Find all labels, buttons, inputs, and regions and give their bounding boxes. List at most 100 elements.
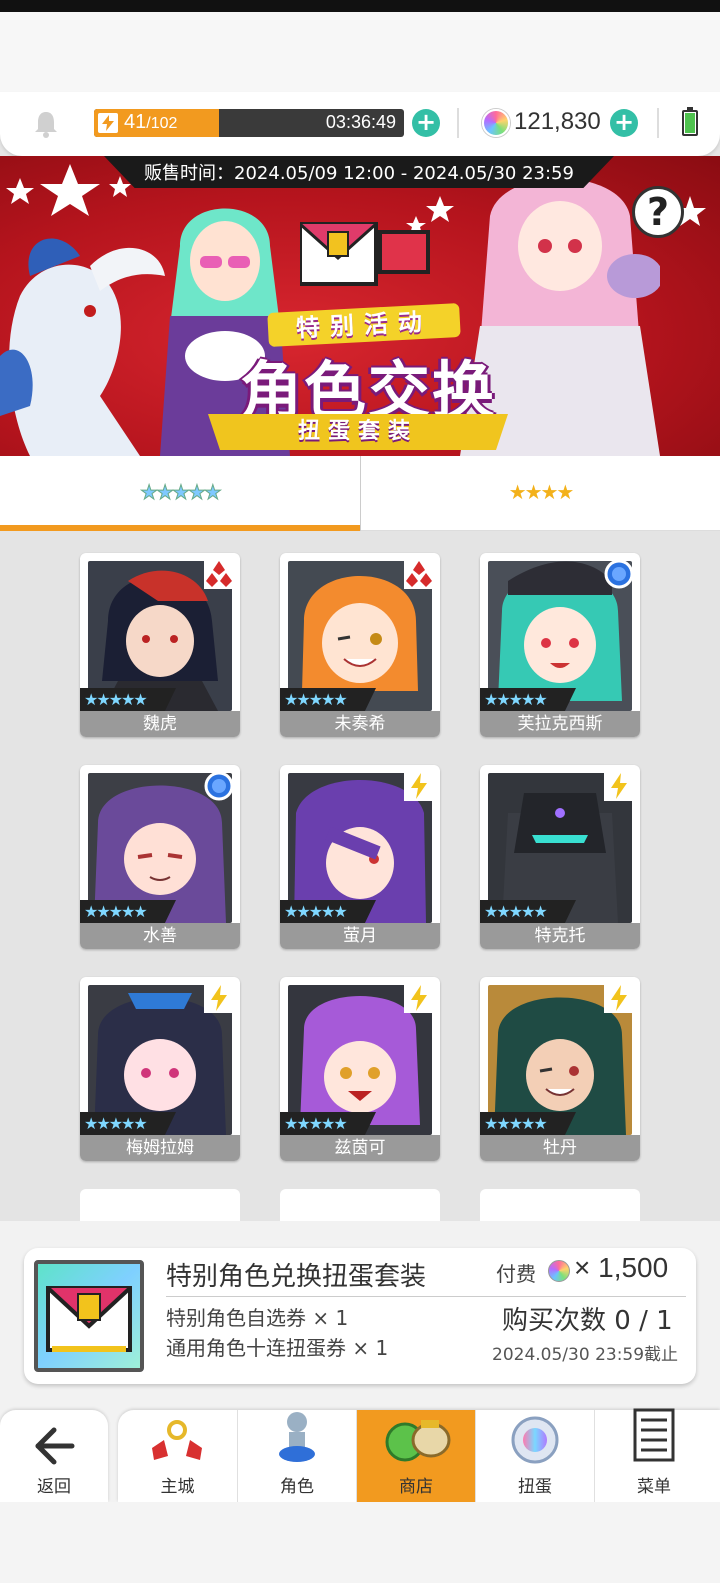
character-card[interactable]: ★★★★★ 芙拉克西斯 (480, 553, 640, 737)
purchase-count: 购买次数 0 / 1 (502, 1306, 673, 1336)
status-strip (0, 0, 720, 12)
banner-subtitle: 扭蛋套装 (208, 414, 508, 450)
character-name: 兹茵可 (280, 1135, 440, 1161)
nav-label: 角色 (280, 1477, 314, 1497)
lightning-icon (204, 983, 234, 1013)
character-stars: ★★★★★ (480, 900, 576, 924)
character-card[interactable]: ★★★★★ 梅姆拉姆 (80, 977, 240, 1161)
character-name: 芙拉克西斯 (480, 711, 640, 737)
character-name: 牡丹 (480, 1135, 640, 1161)
nav-item-main-city[interactable]: 主城 (118, 1410, 237, 1502)
help-button[interactable]: ? (632, 186, 684, 238)
item-icon (34, 1260, 144, 1372)
nav-label: 商店 (399, 1477, 433, 1497)
resource-bar: 41/102 03:36:49 + 121,830 + (0, 92, 720, 156)
price-label: 付费 (496, 1262, 536, 1286)
character-name: 魏虎 (80, 711, 240, 737)
red-diamond-icon (204, 559, 234, 589)
red-diamond-icon (404, 559, 434, 589)
dragon-character-art (0, 238, 165, 456)
item-title: 特别角色兑换扭蛋套装 (166, 1262, 427, 1292)
menu-list-icon (633, 1408, 675, 1462)
gem-icon (482, 109, 510, 137)
stamina-text: 41/102 (124, 111, 177, 134)
character-stars: ★★★★★ (80, 688, 176, 712)
tab-five-star[interactable]: ★★★★★ (0, 456, 360, 531)
stamina-max: /102 (146, 115, 178, 132)
character-name: 萤月 (280, 923, 440, 949)
character-grid: ★★★★★ 魏虎 ★★★★★ 未奏希 ★★★★★ 芙拉克西斯 ★★★★★ 水善 … (0, 531, 720, 1221)
character-name: 未奏希 (280, 711, 440, 737)
character-card-partial[interactable] (280, 1189, 440, 1221)
gacha-icon (511, 1416, 559, 1464)
nav-item-shop[interactable]: 商店 (356, 1410, 475, 1502)
lightning-icon (604, 983, 634, 1013)
character-stars: ★★★★★ (280, 688, 376, 712)
lightning-icon (404, 771, 434, 801)
add-stamina-button[interactable]: + (412, 109, 440, 137)
character-card[interactable]: ★★★★★ 魏虎 (80, 553, 240, 737)
character-icon (279, 1412, 315, 1462)
nav-item-menu[interactable]: 菜单 (594, 1408, 713, 1502)
blue-orb-icon (204, 771, 234, 801)
back-arrow-icon (35, 1427, 75, 1465)
nav-label: 主城 (160, 1477, 195, 1497)
nav-item-characters[interactable]: 角色 (237, 1410, 356, 1502)
character-name: 水善 (80, 923, 240, 949)
character-card[interactable]: ★★★★★ 特克托 (480, 765, 640, 949)
back-button[interactable]: 返回 (0, 1410, 108, 1502)
divider (166, 1296, 686, 1297)
battery-icon (682, 107, 698, 136)
event-banner: 贩售时间：2024.05/09 12:00 - 2024.05/30 23:59… (0, 156, 720, 456)
character-card[interactable]: ★★★★★ 兹茵可 (280, 977, 440, 1161)
lightning-icon (604, 771, 634, 801)
nav-label: 菜单 (637, 1477, 671, 1497)
deadline-text: 2024.05/30 23:59截止 (492, 1345, 679, 1365)
stamina-timer: 03:36:49 (325, 112, 396, 132)
envelope-icon (46, 1286, 132, 1352)
character-name: 梅姆拉姆 (80, 1135, 240, 1161)
gem-icon (548, 1260, 570, 1282)
nav-label: 扭蛋 (518, 1477, 552, 1497)
main-city-icon (152, 1420, 202, 1460)
character-card-partial[interactable] (480, 1189, 640, 1221)
bottom-blank-area (0, 1502, 720, 1583)
tab-four-star[interactable]: ★★★★ (360, 456, 720, 531)
rarity-tabs: ★★★★★ ★★★★ (0, 456, 720, 531)
character-stars: ★★★★★ (480, 1112, 576, 1136)
sale-period-text: 贩售时间：2024.05/09 12:00 - 2024.05/30 23:59 (144, 163, 574, 184)
bell-icon[interactable] (31, 109, 61, 139)
four-star-rating: ★★★★ (508, 480, 575, 504)
item-content-line: 通用角色十连扭蛋券 × 1 (166, 1336, 389, 1360)
stamina-current: 41 (124, 111, 147, 133)
character-card[interactable]: ★★★★★ 水善 (80, 765, 240, 949)
bolt-icon (98, 113, 118, 133)
sale-period-strip: 贩售时间：2024.05/09 12:00 - 2024.05/30 23:59 (104, 156, 614, 188)
nav-bar: 主城 角色 商店 扭蛋 菜单 (118, 1408, 720, 1502)
five-star-rating: ★★★★★ (140, 480, 223, 505)
character-stars: ★★★★★ (280, 1112, 376, 1136)
nav-item-gacha[interactable]: 扭蛋 (475, 1410, 594, 1502)
character-name: 特克托 (480, 923, 640, 949)
character-card[interactable]: ★★★★★ 牡丹 (480, 977, 640, 1161)
character-stars: ★★★★★ (280, 900, 376, 924)
price-value: × 1,500 (574, 1252, 669, 1283)
divider (657, 108, 659, 138)
character-card[interactable]: ★★★★★ 萤月 (280, 765, 440, 949)
top-blank-area (0, 12, 720, 96)
back-label: 返回 (37, 1477, 71, 1497)
gem-count: 121,830 (514, 108, 601, 135)
character-card[interactable]: ★★★★★ 未奏希 (280, 553, 440, 737)
ticket-icon (300, 222, 430, 286)
shop-icon (385, 1420, 451, 1462)
character-stars: ★★★★★ (80, 900, 176, 924)
stamina-bar: 41/102 03:36:49 (94, 109, 404, 137)
item-content-line: 特别角色自选券 × 1 (166, 1306, 349, 1330)
character-stars: ★★★★★ (80, 1112, 176, 1136)
purchase-panel[interactable]: 特别角色兑换扭蛋套装 特别角色自选券 × 1 通用角色十连扭蛋券 × 1 付费 … (24, 1248, 696, 1384)
blue-orb-icon (604, 559, 634, 589)
add-gems-button[interactable]: + (610, 109, 638, 137)
character-card-partial[interactable] (80, 1189, 240, 1221)
lightning-icon (404, 983, 434, 1013)
character-stars: ★★★★★ (480, 688, 576, 712)
